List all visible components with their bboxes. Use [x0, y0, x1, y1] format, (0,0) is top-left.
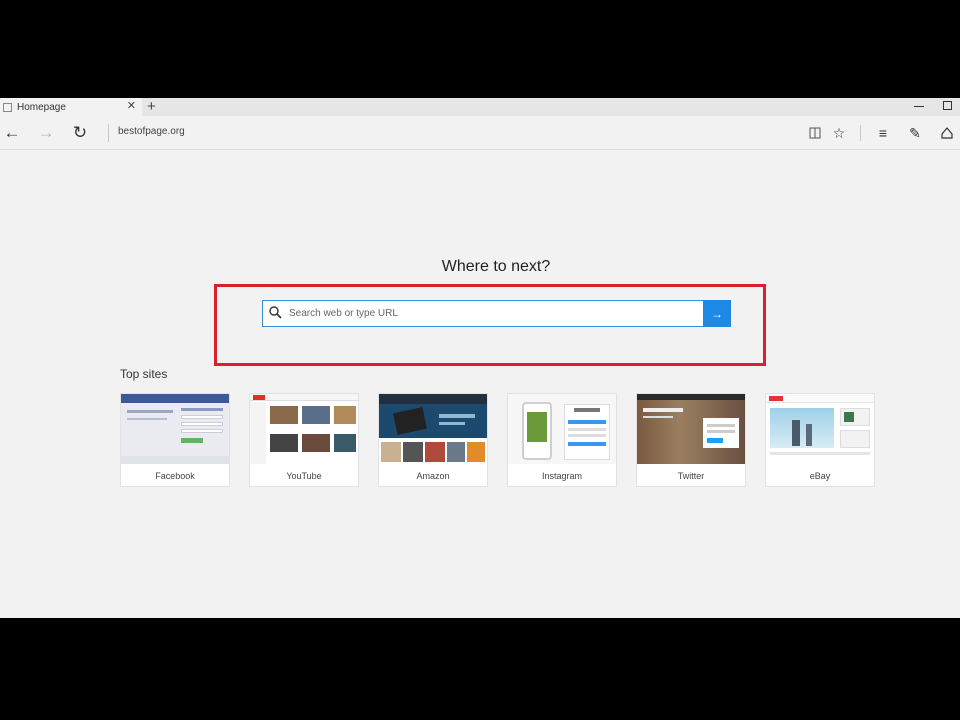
- top-site-label: Facebook: [155, 471, 195, 481]
- plus-icon[interactable]: +: [147, 98, 156, 115]
- arrow-right-icon[interactable]: →: [703, 300, 731, 327]
- notes-icon[interactable]: ✎: [904, 122, 926, 144]
- forward-arrow-icon[interactable]: →: [34, 121, 58, 145]
- refresh-icon[interactable]: ↻: [68, 121, 92, 145]
- favorite-star-icon[interactable]: ☆: [828, 122, 850, 144]
- top-sites-grid: Facebook YouTube Amazon Instagram Twitte…: [120, 393, 880, 488]
- page-icon: [3, 102, 12, 112]
- reading-view-icon[interactable]: [804, 122, 826, 144]
- address-bar[interactable]: bestofpage.org: [118, 126, 185, 137]
- top-site-tile-ebay[interactable]: eBay: [765, 393, 875, 487]
- letterbox-bottom: [0, 618, 960, 720]
- top-site-tile-amazon[interactable]: Amazon: [378, 393, 488, 487]
- share-icon[interactable]: [936, 122, 958, 144]
- top-sites-label: Top sites: [120, 367, 168, 381]
- top-site-tile-youtube[interactable]: YouTube: [249, 393, 359, 487]
- site-thumbnail: [766, 394, 874, 464]
- browser-window: Homepage ✕ + ← → ↻ bestofpage.org ☆ ≡ ✎ …: [0, 98, 960, 618]
- top-site-label: YouTube: [286, 471, 322, 481]
- close-icon[interactable]: ✕: [127, 100, 136, 112]
- tab-homepage[interactable]: Homepage ✕: [0, 98, 142, 116]
- tab-strip: Homepage ✕ +: [0, 98, 960, 116]
- restore-icon[interactable]: [943, 101, 952, 110]
- site-thumbnail: [637, 394, 745, 464]
- toolbar-separator: [860, 125, 861, 141]
- top-site-label: Twitter: [677, 471, 705, 481]
- nav-bar: ← → ↻ bestofpage.org ☆ ≡ ✎: [0, 116, 960, 150]
- site-thumbnail: [121, 394, 229, 464]
- window-controls: [914, 100, 952, 111]
- site-thumbnail: [508, 394, 616, 464]
- search-input[interactable]: [289, 301, 699, 326]
- page-title: Where to next?: [441, 258, 551, 275]
- hub-icon[interactable]: ≡: [872, 122, 894, 144]
- minimize-icon[interactable]: [914, 100, 925, 111]
- tab-title: Homepage: [17, 101, 66, 113]
- top-site-tile-instagram[interactable]: Instagram: [507, 393, 617, 487]
- search-icon: [269, 306, 282, 319]
- site-thumbnail: [250, 394, 358, 464]
- search-box[interactable]: →: [262, 300, 731, 327]
- site-thumbnail: [379, 394, 487, 464]
- back-arrow-icon[interactable]: ←: [0, 121, 24, 145]
- top-site-label: Instagram: [541, 471, 583, 481]
- top-site-label: Amazon: [416, 471, 450, 481]
- top-site-tile-facebook[interactable]: Facebook: [120, 393, 230, 487]
- top-site-label: eBay: [809, 471, 831, 481]
- letterbox-top: [0, 0, 960, 98]
- top-site-tile-twitter[interactable]: Twitter: [636, 393, 746, 487]
- address-separator: [108, 124, 109, 142]
